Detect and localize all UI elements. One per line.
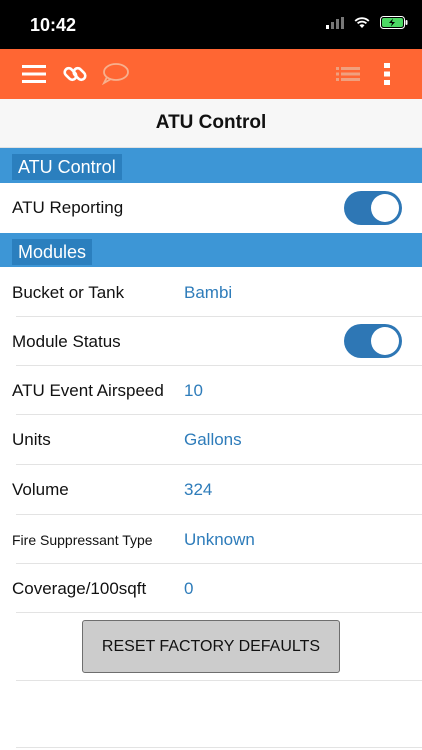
hamburger-menu-icon[interactable] (20, 49, 48, 99)
wifi-icon (354, 16, 370, 34)
row-coverage[interactable]: Coverage/100sqft 0 (0, 564, 422, 613)
list-icon[interactable] (334, 49, 362, 99)
row-atu-reporting: ATU Reporting (0, 183, 422, 233)
row-value[interactable]: Unknown (184, 515, 255, 564)
row-divider (16, 612, 422, 613)
section-label: Modules (12, 239, 93, 265)
row-volume[interactable]: Volume 324 (0, 465, 422, 515)
module-status-toggle[interactable] (344, 324, 402, 358)
row-fire-suppressant-type[interactable]: Fire Suppressant Type Unknown (0, 515, 422, 564)
status-time: 10:42 (30, 15, 77, 35)
app-toolbar (0, 49, 422, 99)
reset-factory-defaults-button[interactable]: RESET FACTORY DEFAULTS (82, 620, 340, 673)
section-label: ATU Control (12, 154, 122, 180)
page-title: ATU Control (155, 112, 267, 133)
row-label: Volume (12, 480, 69, 499)
row-divider (16, 747, 422, 748)
row-bucket-or-tank[interactable]: Bucket or Tank Bambi (0, 268, 422, 317)
row-value[interactable]: 0 (184, 564, 193, 613)
row-label: Units (12, 430, 51, 449)
row-value[interactable]: 10 (184, 366, 203, 415)
row-label: Module Status (12, 331, 121, 351)
status-icons (326, 16, 408, 34)
row-label: ATU Event Airspeed (12, 380, 164, 400)
atu-reporting-toggle[interactable] (344, 191, 402, 225)
toggle-knob (371, 194, 399, 222)
chain-link-icon[interactable] (60, 49, 90, 99)
status-bar: 10:42 (0, 0, 422, 49)
row-divider (16, 680, 422, 681)
row-label: ATU Reporting (12, 198, 124, 217)
row-label: Bucket or Tank (12, 282, 125, 302)
toggle-knob (371, 327, 399, 355)
row-label: Fire Suppressant Type (12, 531, 153, 548)
battery-charging-icon (380, 16, 408, 34)
row-value[interactable]: Bambi (184, 268, 232, 317)
page-header: ATU Control (0, 99, 422, 148)
section-header-modules: Modules (0, 233, 422, 267)
row-atu-event-airspeed[interactable]: ATU Event Airspeed 10 (0, 366, 422, 415)
row-value[interactable]: 324 (184, 465, 212, 515)
row-module-status: Module Status (0, 317, 422, 366)
cellular-signal-icon (326, 16, 344, 34)
row-label: Coverage/100sqft (12, 578, 147, 598)
row-units[interactable]: Units Gallons (0, 415, 422, 465)
section-header-atu-control: ATU Control (0, 148, 422, 183)
row-value[interactable]: Gallons (184, 415, 242, 465)
speech-bubble-icon[interactable] (100, 49, 130, 99)
vertical-ellipsis-icon[interactable] (378, 49, 396, 99)
